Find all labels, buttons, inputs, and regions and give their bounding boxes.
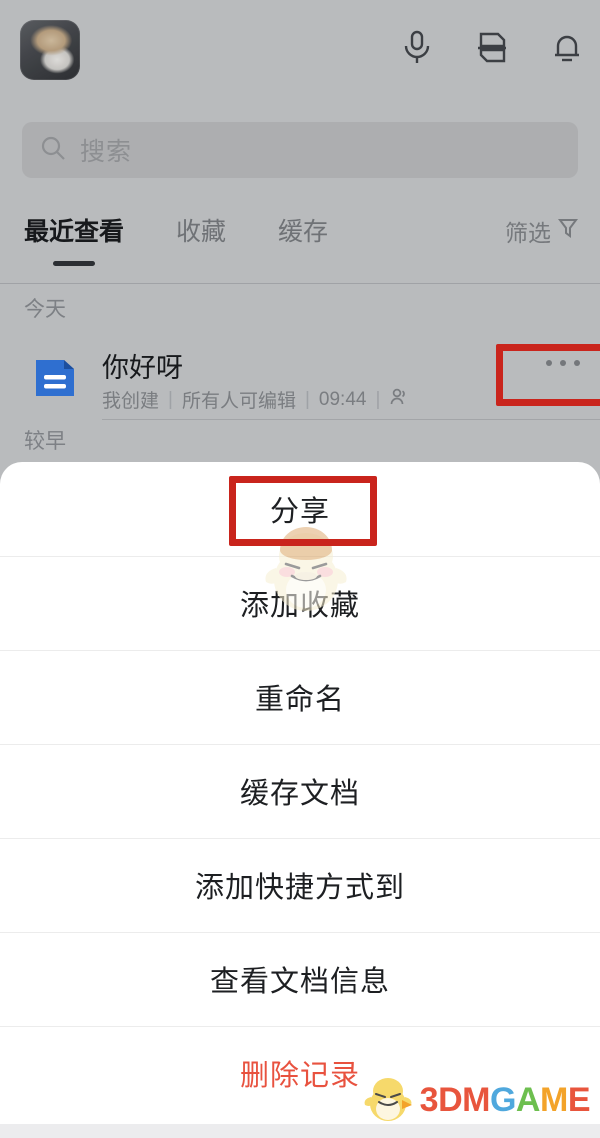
document-title: 你好呀 <box>102 353 183 383</box>
more-dots-button[interactable] <box>546 360 580 366</box>
people-icon <box>389 387 409 413</box>
row-divider <box>102 419 600 420</box>
action-rename[interactable]: 重命名 <box>0 650 600 744</box>
document-blue-icon <box>30 352 82 404</box>
tab-cache[interactable]: 缓存 <box>278 212 328 262</box>
tab-divider <box>0 283 600 284</box>
document-meta: 我创建 | 所有人可编辑 | 09:44 | <box>102 386 409 413</box>
action-add-shortcut[interactable]: 添加快捷方式到 <box>0 838 600 932</box>
dot <box>574 360 580 366</box>
section-header-today: 今天 <box>24 298 66 321</box>
tab-favorites[interactable]: 收藏 <box>176 212 226 262</box>
dot <box>560 360 566 366</box>
action-share[interactable]: 分享 <box>0 462 600 556</box>
search-input[interactable]: 搜索 <box>22 122 578 178</box>
meta-separator: | <box>375 388 381 410</box>
action-delete-record[interactable]: 删除记录 <box>0 1026 600 1120</box>
action-view-doc-info[interactable]: 查看文档信息 <box>0 932 600 1026</box>
tab-recent[interactable]: 最近查看 <box>24 212 124 262</box>
bell-icon[interactable] <box>552 31 582 65</box>
filter-funnel-icon <box>558 217 578 245</box>
microphone-icon[interactable] <box>402 30 432 66</box>
document-owner: 我创建 <box>102 391 160 412</box>
action-sheet: 分享 添加收藏 重命名 缓存文档 添加快捷方式到 查看文档信息 删除记录 <box>0 462 600 1138</box>
search-placeholder: 搜索 <box>80 138 133 166</box>
filter-label: 筛选 <box>505 220 551 246</box>
section-header-earlier: 较早 <box>24 430 66 453</box>
dot <box>546 360 552 366</box>
document-list-item[interactable]: 你好呀 我创建 | 所有人可编辑 | 09:44 | <box>0 338 600 420</box>
meta-separator: | <box>304 388 310 410</box>
sheet-bottom-strip <box>0 1124 600 1138</box>
avatar[interactable] <box>20 20 80 80</box>
scan-document-icon[interactable] <box>476 31 508 65</box>
action-cache-document[interactable]: 缓存文档 <box>0 744 600 838</box>
top-bar <box>0 0 600 100</box>
meta-separator: | <box>168 388 173 410</box>
top-bar-icon-group <box>402 30 582 66</box>
document-permission: 所有人可编辑 <box>181 391 296 412</box>
filter-button[interactable]: 筛选 <box>505 214 578 248</box>
document-time: 09:44 <box>318 388 367 410</box>
action-add-favorite[interactable]: 添加收藏 <box>0 556 600 650</box>
search-icon <box>40 135 66 166</box>
tab-bar: 最近查看 收藏 缓存 筛选 <box>0 212 600 274</box>
